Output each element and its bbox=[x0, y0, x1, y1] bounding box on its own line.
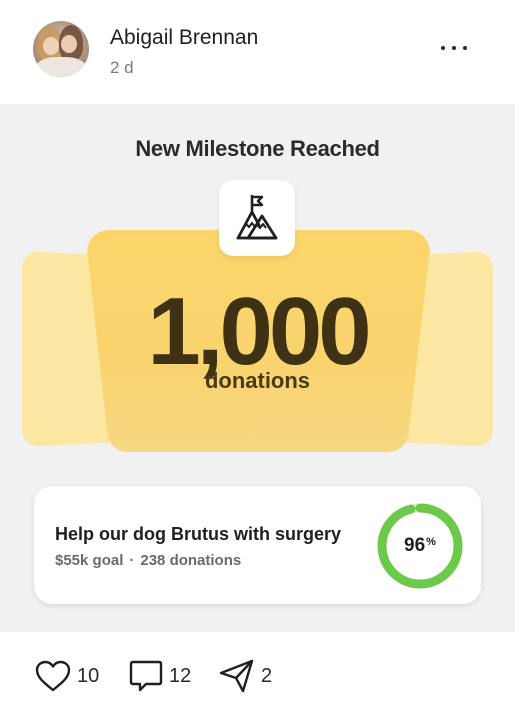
share-count: 2 bbox=[261, 664, 273, 687]
milestone-card[interactable]: New Milestone Reached 1,000 donations He… bbox=[0, 104, 515, 632]
like-button[interactable]: 10 bbox=[35, 658, 99, 694]
post-header: Abigail Brennan 2 d bbox=[0, 0, 515, 104]
progress-value: 96 bbox=[404, 535, 426, 556]
milestone-title: New Milestone Reached bbox=[135, 136, 380, 161]
fundraiser-stats: $55k goal · 238 donations bbox=[55, 552, 241, 569]
stats-separator: · bbox=[129, 552, 135, 569]
progress-unit: % bbox=[426, 536, 436, 548]
post-timestamp: 2 d bbox=[110, 58, 134, 77]
milestone-count: 1,000 bbox=[147, 278, 371, 385]
mountain-flag-icon bbox=[219, 180, 295, 256]
fundraiser-title: Help our dog Brutus with surgery bbox=[55, 524, 342, 544]
share-icon bbox=[219, 659, 254, 693]
post-actions: 10 12 2 bbox=[0, 632, 515, 720]
like-count: 10 bbox=[77, 664, 100, 687]
comment-button[interactable]: 12 bbox=[129, 658, 191, 694]
fundraiser-goal: $55k goal bbox=[55, 552, 124, 569]
heart-icon bbox=[35, 660, 71, 692]
progress-label: 96% bbox=[376, 502, 464, 590]
author-name[interactable]: Abigail Brennan bbox=[110, 26, 258, 50]
more-options-icon[interactable] bbox=[441, 36, 467, 60]
comment-icon bbox=[129, 660, 163, 692]
fundraiser-card[interactable]: Help our dog Brutus with surgery $55k go… bbox=[34, 486, 481, 604]
comment-count: 12 bbox=[169, 664, 192, 687]
milestone-unit: donations bbox=[204, 368, 311, 393]
avatar[interactable] bbox=[33, 21, 89, 77]
share-button[interactable]: 2 bbox=[219, 658, 272, 694]
fundraiser-donations: 238 donations bbox=[140, 552, 242, 569]
